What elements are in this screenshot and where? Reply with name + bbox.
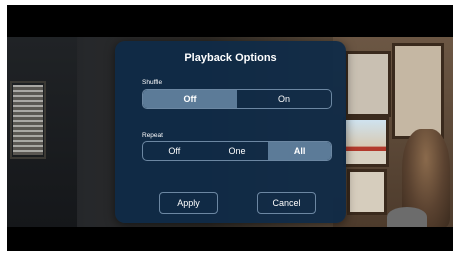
playback-options-dialog: Playback Options Shuffle Off On Repeat O… bbox=[115, 41, 346, 223]
dialog-title: Playback Options bbox=[184, 52, 277, 64]
repeat-segmented-control: Off One All bbox=[142, 141, 332, 161]
background-picture bbox=[392, 43, 444, 139]
shuffle-on-option[interactable]: On bbox=[237, 90, 331, 108]
apply-button[interactable]: Apply bbox=[159, 192, 218, 214]
background-picture bbox=[347, 169, 387, 215]
shuffle-off-option[interactable]: Off bbox=[143, 90, 237, 108]
background-lamp bbox=[387, 207, 427, 227]
cancel-button[interactable]: Cancel bbox=[257, 192, 316, 214]
repeat-all-option[interactable]: All bbox=[268, 142, 331, 160]
background-picture bbox=[343, 117, 389, 167]
background-window bbox=[13, 85, 43, 155]
shuffle-segmented-control: Off On bbox=[142, 89, 332, 109]
repeat-one-option[interactable]: One bbox=[206, 142, 269, 160]
shuffle-label: Shuffle bbox=[142, 79, 163, 86]
background-picture bbox=[345, 51, 391, 117]
repeat-off-option[interactable]: Off bbox=[143, 142, 206, 160]
repeat-label: Repeat bbox=[142, 132, 163, 139]
video-player-screen: Playback Options Shuffle Off On Repeat O… bbox=[7, 5, 453, 251]
